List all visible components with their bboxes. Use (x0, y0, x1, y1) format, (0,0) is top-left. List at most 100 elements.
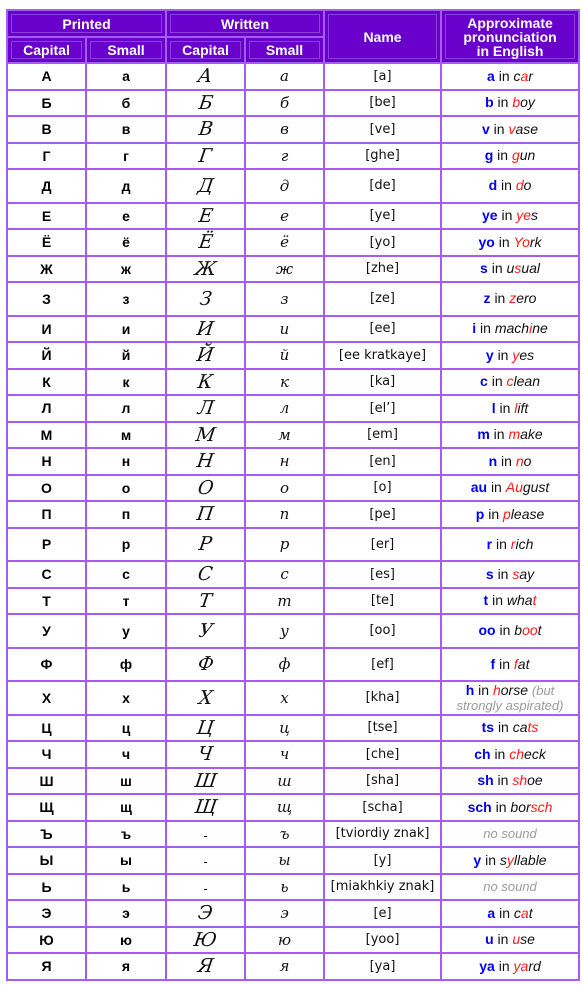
sound: m (477, 426, 490, 443)
letter-name: [y] (323, 846, 443, 875)
word-part: at (517, 655, 530, 672)
written-capital: С (165, 560, 247, 589)
written-small: щ (244, 793, 326, 822)
written-capital: В (165, 115, 247, 144)
written-capital: О (165, 473, 247, 502)
word-part: ift (517, 399, 529, 416)
script-glyph: Л (196, 397, 215, 420)
sound: r (486, 535, 493, 552)
example-word: usual (507, 260, 540, 276)
written-small: р (244, 526, 326, 562)
letter-name: [ee kratkaye] (323, 341, 443, 370)
printed-small: ы (84, 846, 168, 875)
header-printed: Printed (5, 9, 168, 38)
printed-capital: Б (6, 88, 87, 117)
table-row: Зз Зз [ze] z in zero (6, 281, 581, 317)
pronunciation: r in rich (440, 526, 581, 562)
letter-name: [zhe] (323, 254, 443, 283)
header-written: Written (165, 9, 326, 38)
table-row: Ёё Ёё [yo] yo in York (6, 228, 581, 257)
word-part: mach (494, 320, 530, 337)
written-small: я (244, 952, 326, 981)
written-capital: Я (165, 952, 247, 981)
word-part: o (523, 177, 532, 194)
pronunciation: ch in check (440, 740, 581, 769)
table-row: Юю Юю [yoo] u in use (6, 925, 581, 954)
sound: y (485, 346, 494, 363)
word-part: ero (516, 290, 537, 307)
highlighted-letters: u (512, 931, 521, 948)
sound: oo (478, 622, 496, 639)
written-small: л (244, 394, 326, 423)
connector-word: in (497, 346, 509, 363)
connector-word: in (496, 535, 507, 552)
written-small: ъ (244, 819, 326, 848)
written-capital: - (165, 872, 247, 901)
printed-small: ф (84, 646, 168, 682)
example-word: what (507, 592, 537, 608)
script-glyph: Р (197, 533, 214, 556)
sound: a (487, 67, 495, 84)
script-glyph: Ж (193, 257, 218, 280)
word-part: oy (520, 94, 535, 111)
sound: i (472, 320, 477, 337)
connector-word: in (499, 904, 511, 921)
example-word: yes (512, 347, 534, 363)
script-glyph: Ю (192, 928, 219, 951)
written-small: ю (244, 925, 326, 954)
script-glyph: Н (195, 450, 216, 473)
printed-capital: Ъ (6, 819, 87, 848)
written-small: е (244, 201, 326, 230)
sound: sh (477, 772, 494, 789)
no-sound-label: no sound (483, 879, 537, 895)
example-word: machine (495, 320, 548, 336)
highlighted-letters: ch (509, 745, 525, 762)
letter-name: [be] (323, 88, 443, 117)
written-capital: Щ (165, 793, 247, 822)
written-small: ж (244, 254, 326, 283)
printed-capital: Г (6, 141, 87, 170)
letter-name: [de] (323, 168, 443, 204)
sound: y (473, 851, 482, 868)
pronunciation: oo in boot (440, 613, 581, 649)
sound: d (488, 177, 498, 194)
letter-name: [miakhkiy znak] (323, 872, 443, 901)
written-small: у (244, 613, 326, 649)
example-word: vase (508, 121, 538, 137)
pronunciation: n in no (440, 447, 581, 476)
printed-small: л (84, 394, 168, 423)
script-glyph: Ф (196, 653, 215, 676)
word-part: o (523, 452, 532, 469)
printed-capital: К (6, 367, 87, 396)
written-capital: Ё (165, 228, 247, 257)
printed-small: н (84, 447, 168, 476)
letter-name: [er] (323, 526, 443, 562)
written-capital: Ш (165, 766, 247, 795)
printed-capital: Ш (6, 766, 87, 795)
script-glyph: Ё (197, 231, 214, 254)
printed-small: ч (84, 740, 168, 769)
script-glyph: У (197, 619, 214, 642)
letter-name: [em] (323, 420, 443, 449)
letter-name: [che] (323, 740, 443, 769)
printed-capital: Ё (6, 228, 87, 257)
script-glyph: Б (196, 91, 215, 114)
written-capital: Б (165, 88, 247, 117)
example-word: fat (514, 656, 530, 672)
printed-small: х (84, 680, 168, 716)
pronunciation: p in please (440, 500, 581, 529)
table-row: Щщ Щщ [scha] sch in borsch (6, 793, 581, 822)
printed-small: м (84, 420, 168, 449)
table-row: Лл Лл [el’] l in lift (6, 394, 581, 423)
no-sound-label: no sound (483, 826, 537, 842)
printed-small: э (84, 899, 168, 928)
written-capital: Ц (165, 713, 247, 742)
connector-word: in (498, 957, 510, 974)
word-part: lean (513, 373, 540, 390)
connector-word: in (485, 851, 497, 868)
table-row: Фф Фф [ef] f in fat (6, 646, 581, 682)
pronunciation: l in lift (440, 394, 581, 423)
letter-name: [ya] (323, 952, 443, 981)
letter-name: [en] (323, 447, 443, 476)
pronunciation: i in machine (440, 314, 581, 343)
